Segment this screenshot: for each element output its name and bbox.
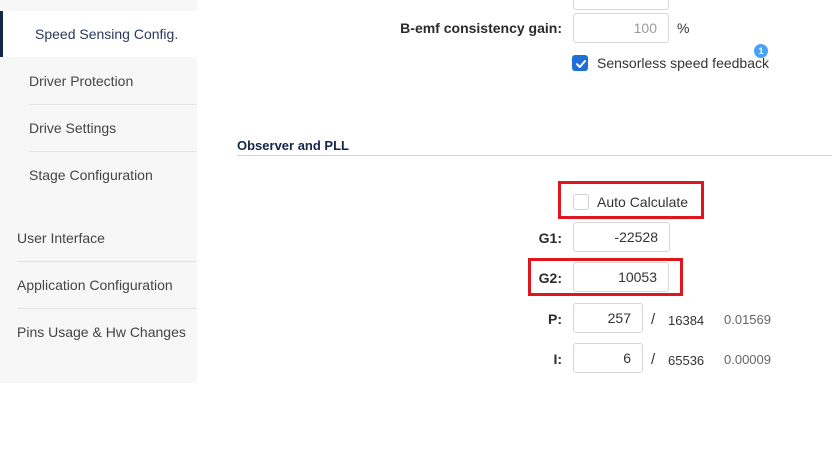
- sidebar-item-label: Stage Configuration: [29, 167, 153, 183]
- sidebar-item-label: Driver Protection: [29, 73, 134, 89]
- g2-input[interactable]: 10053: [573, 262, 669, 292]
- section-title-observer: Observer and PLL: [237, 138, 349, 153]
- g1-input[interactable]: -22528: [573, 222, 670, 252]
- sidebar-item-driver-protection[interactable]: Driver Protection: [0, 58, 197, 104]
- i-divisor: 65536: [668, 353, 705, 368]
- sensorless-feedback-label: Sensorless speed feedback: [597, 55, 769, 71]
- g2-label: G2:: [538, 270, 562, 286]
- p-result: 0.01569: [724, 312, 771, 327]
- sensorless-feedback-checkbox[interactable]: [572, 55, 588, 71]
- g1-label: G1:: [538, 230, 562, 246]
- sidebar-item-label: Pins Usage & Hw Changes: [17, 324, 186, 340]
- sidebar-item-pins-usage[interactable]: Pins Usage & Hw Changes: [0, 309, 197, 355]
- section-divider: [237, 155, 832, 156]
- i-input[interactable]: 6: [573, 343, 643, 373]
- p-input[interactable]: 257: [573, 303, 643, 333]
- p-divisor: 16384: [668, 313, 705, 328]
- bemf-gain-label: B-emf consistency gain:: [400, 20, 562, 36]
- i-result: 0.00009: [724, 352, 771, 367]
- sidebar: Speed Sensing Config. Driver Protection …: [0, 0, 197, 383]
- p-slash: /: [651, 311, 656, 328]
- sidebar-item-user-interface[interactable]: User Interface: [0, 215, 197, 261]
- sidebar-item-drive-settings[interactable]: Drive Settings: [0, 105, 197, 151]
- notification-badge: 1: [754, 44, 768, 58]
- i-label: I:: [553, 351, 562, 367]
- sidebar-item-stage-configuration[interactable]: Stage Configuration: [0, 152, 197, 198]
- bemf-gain-input[interactable]: 100: [573, 13, 669, 43]
- sidebar-item-label: Drive Settings: [29, 120, 117, 136]
- main-panel: B-emf consistency gain: 100 % Sensorless…: [197, 0, 832, 463]
- auto-calculate-label: Auto Calculate: [597, 194, 689, 210]
- check-icon: [576, 60, 586, 68]
- p-label: P:: [548, 311, 562, 327]
- sidebar-item-application-configuration[interactable]: Application Configuration: [0, 262, 197, 308]
- sidebar-item-label: Application Configuration: [17, 277, 173, 293]
- sidebar-item-label: User Interface: [17, 230, 105, 246]
- previous-field[interactable]: [573, 0, 669, 10]
- sidebar-item-speed-sensing[interactable]: Speed Sensing Config.: [0, 11, 197, 57]
- auto-calculate-checkbox[interactable]: [573, 194, 589, 210]
- i-slash: /: [651, 351, 656, 368]
- bemf-gain-unit: %: [677, 20, 690, 36]
- sidebar-item-label: Speed Sensing Config.: [35, 26, 179, 42]
